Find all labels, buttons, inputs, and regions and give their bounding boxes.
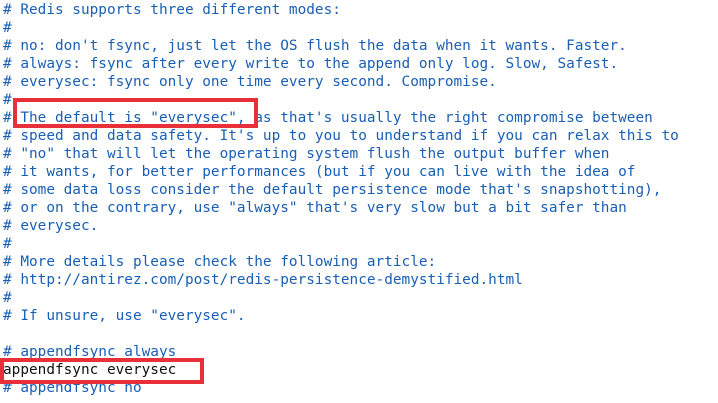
config-line: #: [3, 236, 12, 252]
config-line: # appendfsync always: [3, 344, 177, 360]
config-line: # always: fsync after every write to the…: [3, 56, 619, 72]
config-line: # everysec: fsync only one time every se…: [3, 74, 497, 90]
text-editor[interactable]: # Redis supports three different modes: …: [0, 0, 718, 403]
config-line: # everysec.: [3, 218, 99, 234]
config-line-active: appendfsync everysec: [3, 362, 177, 378]
config-line: #: [3, 20, 12, 36]
config-line: # speed and data safety. It's up to you …: [3, 128, 679, 144]
config-line: # some data loss consider the default pe…: [3, 182, 662, 198]
config-line: # More details please check the followin…: [3, 254, 437, 270]
config-line: # no: don't fsync, just let the OS flush…: [3, 38, 627, 54]
config-line: # "no" that will let the operating syste…: [3, 146, 610, 162]
config-line: # http://antirez.com/post/redis-persiste…: [3, 272, 523, 288]
config-line: # or on the contrary, use "always" that'…: [3, 200, 627, 216]
config-line: # it wants, for better performances (but…: [3, 164, 636, 180]
config-line: # appendfsync no: [3, 380, 142, 396]
config-line: #: [3, 290, 12, 306]
config-line: # If unsure, use "everysec".: [3, 308, 246, 324]
config-line: # The default is "everysec", as that's u…: [3, 110, 653, 126]
config-line: #: [3, 92, 12, 108]
config-line: # Redis supports three different modes:: [3, 2, 341, 18]
